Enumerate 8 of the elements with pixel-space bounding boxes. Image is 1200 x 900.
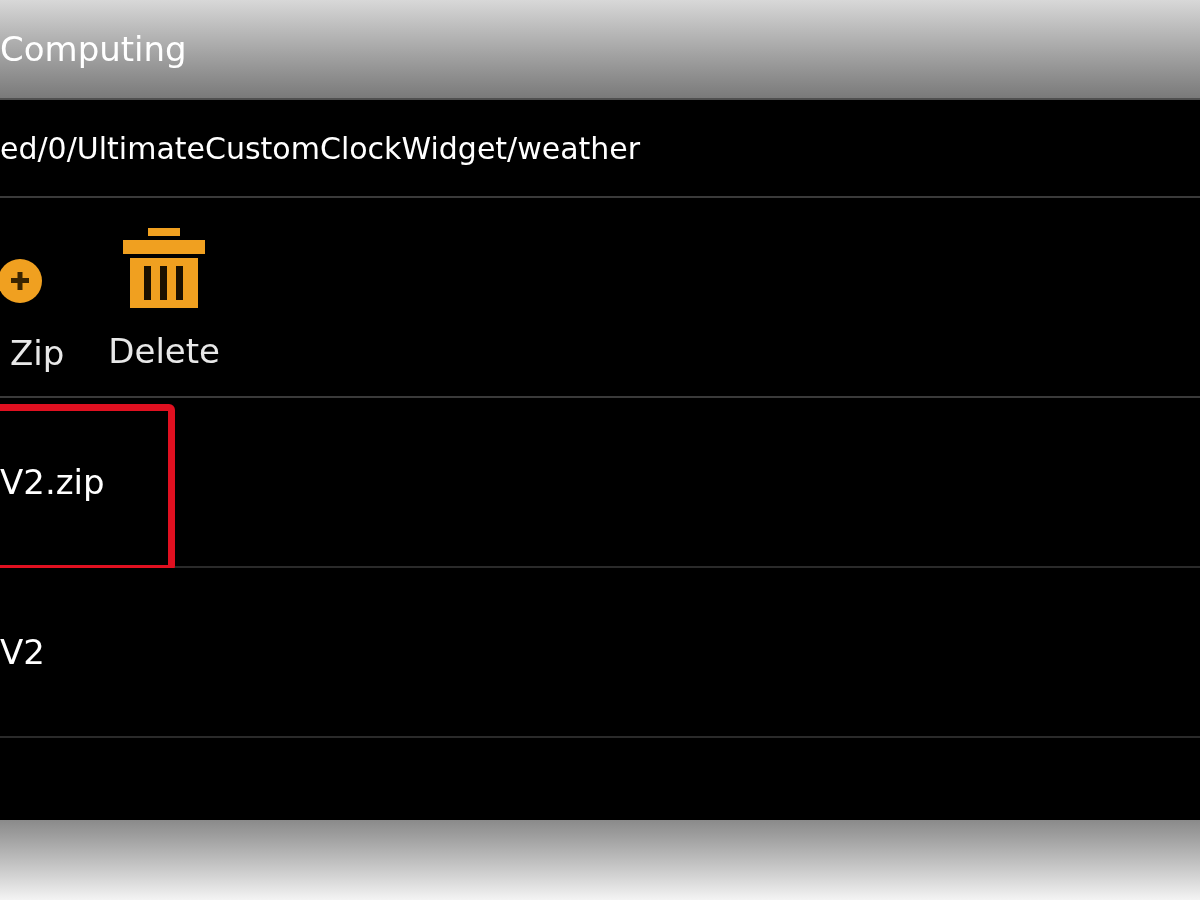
- delete-button[interactable]: Delete: [108, 228, 221, 377]
- file-row[interactable]: V2: [0, 568, 1200, 738]
- file-name: V2: [0, 630, 45, 674]
- window-title: Computing: [0, 27, 187, 71]
- zip-button[interactable]: Zip: [0, 228, 65, 379]
- trash-icon: [123, 228, 206, 308]
- file-name: V2.zip: [0, 460, 105, 504]
- folder-path: ed/0/UltimateCustomClockWidget/weather: [0, 129, 641, 168]
